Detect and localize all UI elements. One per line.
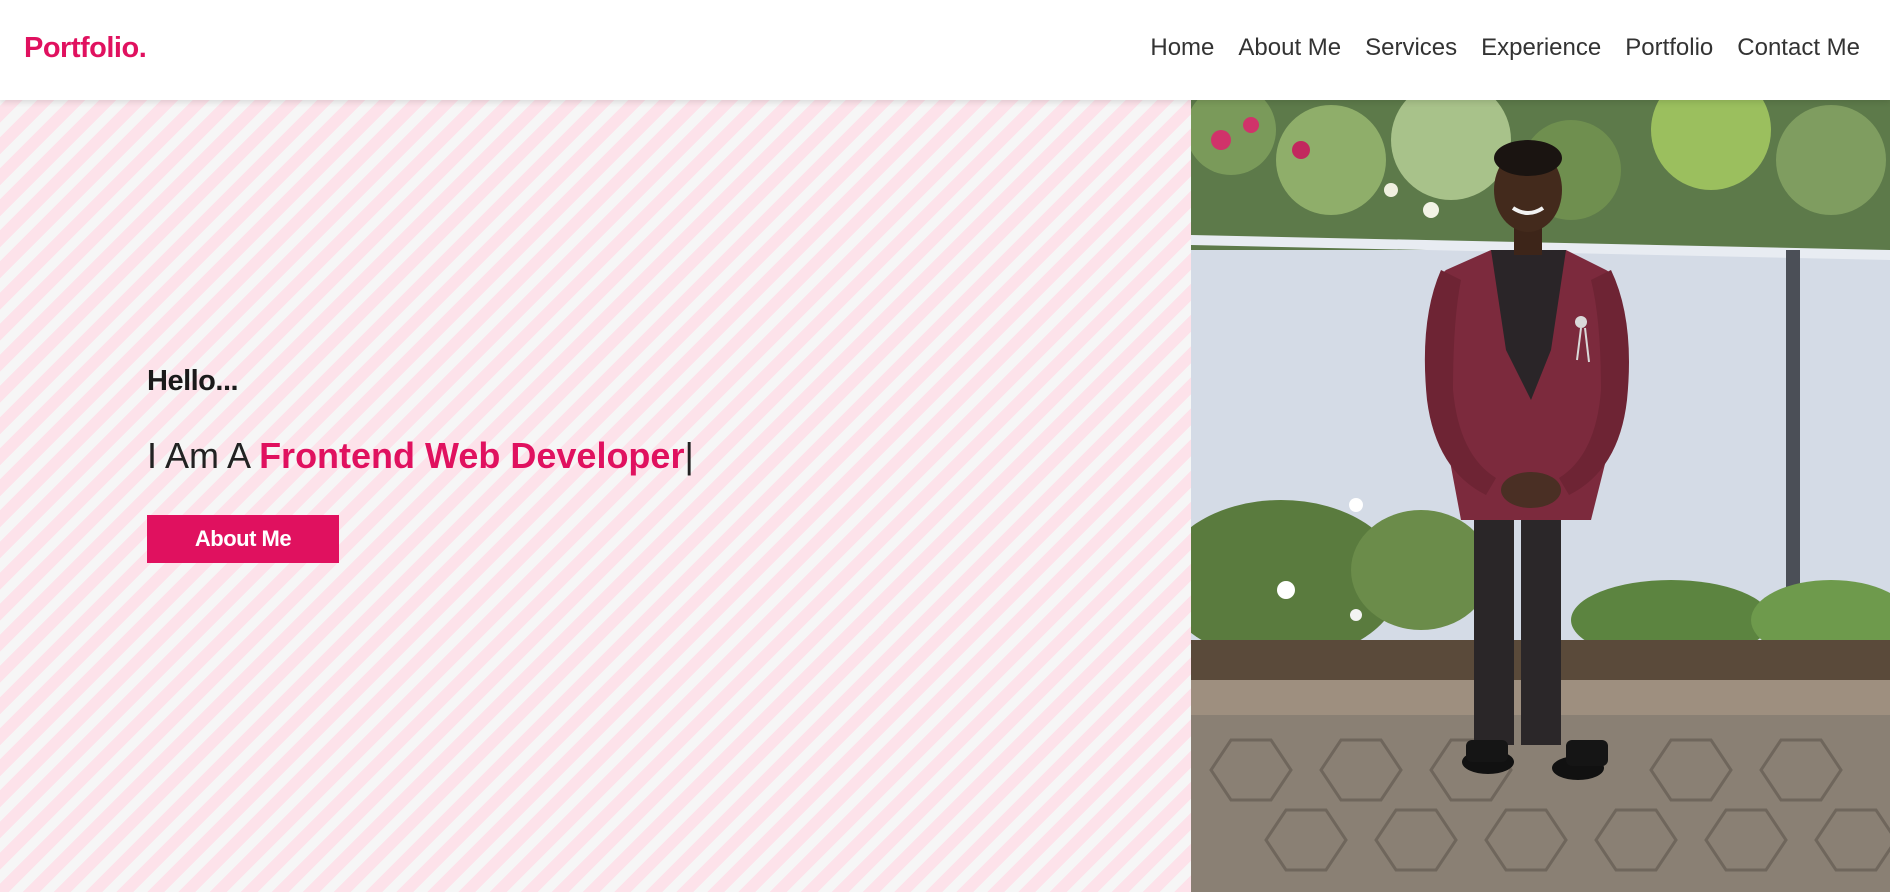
hero-role: Frontend Web Developer <box>259 435 685 476</box>
nav-about-me[interactable]: About Me <box>1238 34 1341 62</box>
about-me-button[interactable]: About Me <box>147 515 339 563</box>
profile-photo <box>1191 100 1890 892</box>
site-header: Portfolio. Home About Me Services Experi… <box>0 0 1890 100</box>
nav-home[interactable]: Home <box>1150 34 1214 62</box>
typing-cursor: | <box>684 435 694 476</box>
main-nav: Home About Me Services Experience Portfo… <box>1126 34 1860 62</box>
nav-contact-me[interactable]: Contact Me <box>1737 34 1860 62</box>
nav-portfolio[interactable]: Portfolio <box>1625 34 1713 62</box>
hero-greeting: Hello... <box>147 365 239 397</box>
nav-services[interactable]: Services <box>1365 34 1457 62</box>
logo[interactable]: Portfolio. <box>24 32 147 65</box>
hero-headline: I Am A Frontend Web Developer| <box>147 435 694 477</box>
nav-experience[interactable]: Experience <box>1481 34 1601 62</box>
hero-intro-prefix: I Am A <box>147 435 260 476</box>
hero-section: Hello... I Am A Frontend Web Developer| … <box>0 100 1191 892</box>
